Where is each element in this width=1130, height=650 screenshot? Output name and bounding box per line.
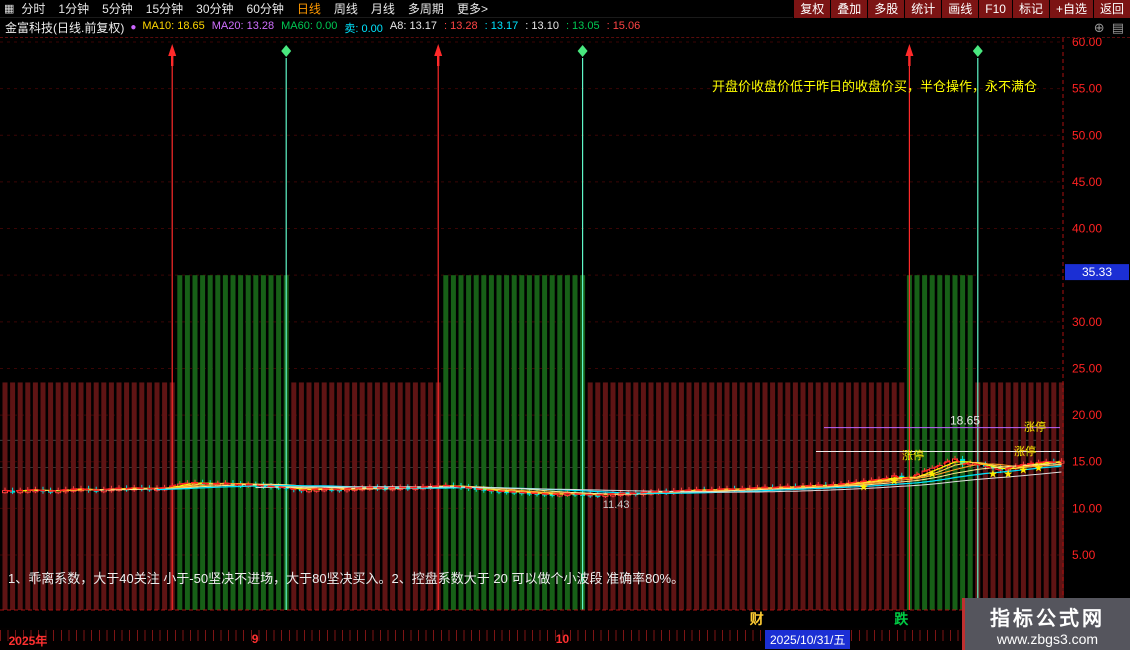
indicator-value: : 13.17 xyxy=(485,20,519,36)
chart-titlebar: 金富科技(日线.前复权) ● MA10: 18.65 MA20: 13.28 MA6… xyxy=(0,18,1130,38)
price-tick-label: 55.00 xyxy=(1072,82,1102,96)
watermark-title: 指标公式网 xyxy=(990,602,1105,631)
time-axis-ticks xyxy=(0,630,1063,641)
action-button-复权[interactable]: 复权 xyxy=(793,0,830,18)
action-button-多股[interactable]: 多股 xyxy=(867,0,904,18)
svg-text:18.65: 18.65 xyxy=(950,414,980,428)
price-tick-label: 25.00 xyxy=(1072,361,1102,375)
x-axis-label: 10 xyxy=(556,632,569,646)
star-icon: ★ xyxy=(1018,465,1028,477)
period-tab-30分钟[interactable]: 30分钟 xyxy=(196,0,233,17)
indicator-value: MA20: 13.28 xyxy=(212,20,274,36)
star-icon: ★ xyxy=(988,468,998,480)
current-date-label: 2025/10/31/五 xyxy=(765,630,850,649)
time-axis[interactable]: 2025年 9 10 2025/10/31/五 xyxy=(0,628,1130,650)
period-tab-5分钟[interactable]: 5分钟 xyxy=(102,0,133,17)
indicator-value: MA60: 0.00 xyxy=(281,20,337,36)
price-tick-label: 10.00 xyxy=(1072,501,1102,515)
low-price-label: 11.43 xyxy=(603,499,630,511)
bottom-marker-label: 跌 xyxy=(894,611,909,627)
crosshair-icon[interactable]: ⊕ xyxy=(1094,20,1105,36)
titlebar-icons: ⊕ ▤ xyxy=(1094,20,1124,36)
star-icon: ★ xyxy=(927,468,937,480)
bottom-marker-label: 财 xyxy=(749,611,764,627)
price-tick-label: 50.00 xyxy=(1072,128,1102,142)
price-tick-label: 30.00 xyxy=(1072,315,1102,329)
price-tick-label: 20.00 xyxy=(1072,408,1102,422)
period-tab-15分钟[interactable]: 15分钟 xyxy=(146,0,183,17)
price-chart[interactable]: 18.65★★★★★★★涨停涨停涨停11.43财跌60.0055.0050.00… xyxy=(0,38,1130,628)
period-tabs: 分时 1分钟 5分钟 15分钟 30分钟 60分钟日线周线月线多周期更多> xyxy=(21,0,488,17)
indicator-value: : 13.05 xyxy=(566,20,600,36)
period-tab-多周期[interactable]: 多周期 xyxy=(408,0,444,17)
site-watermark: 指标公式网 www.zbgs3.com xyxy=(962,598,1130,650)
main-chart-area: 18.65★★★★★★★涨停涨停涨停11.43财跌60.0055.0050.00… xyxy=(0,38,1130,628)
menu-grid-icon[interactable]: ▤ xyxy=(1112,20,1124,36)
period-tab-1分钟[interactable]: 1分钟 xyxy=(58,0,89,17)
window-icon[interactable]: ▦ xyxy=(4,2,14,15)
sell-diamond-icon xyxy=(973,45,983,57)
period-tab-周线[interactable]: 周线 xyxy=(334,0,358,17)
indicator-value: A8: 13.17 xyxy=(390,20,437,36)
toolbar-actions: 复权叠加多股统计画线F10标记+自选返回 xyxy=(793,0,1130,18)
svg-text:35.33: 35.33 xyxy=(1082,265,1112,279)
price-tick-label: 15.00 xyxy=(1072,455,1102,469)
indicator-value: : 13.10 xyxy=(525,20,559,36)
indicator-value: : 15.06 xyxy=(607,20,641,36)
action-button-+自选[interactable]: +自选 xyxy=(1049,0,1093,18)
action-button-标记[interactable]: 标记 xyxy=(1012,0,1049,18)
indicator-values: MA10: 18.65 MA20: 13.28 MA60: 0.00 卖: 0.00 A… xyxy=(142,20,640,36)
sell-diamond-icon xyxy=(281,45,291,57)
price-tick-label: 45.00 xyxy=(1072,175,1102,189)
star-icon: ★ xyxy=(1034,463,1044,475)
period-tab-日线[interactable]: 日线 xyxy=(297,0,321,17)
formula-note: 1、乖离系数，大于40关注 小于-50坚决不进场，大于80坚决买入。2、控盘系数… xyxy=(8,568,684,587)
price-tick-label: 40.00 xyxy=(1072,222,1102,236)
signal-histogram xyxy=(3,275,1064,610)
action-button-叠加[interactable]: 叠加 xyxy=(830,0,867,18)
period-tab-月线[interactable]: 月线 xyxy=(371,0,395,17)
sell-diamond-icon xyxy=(578,45,588,57)
action-button-画线[interactable]: 画线 xyxy=(941,0,978,18)
star-icon: ★ xyxy=(1003,468,1013,480)
indicator-value: 卖: 0.00 xyxy=(344,20,383,36)
action-button-F10[interactable]: F10 xyxy=(978,0,1012,18)
action-button-统计[interactable]: 统计 xyxy=(904,0,941,18)
strategy-annotation: 开盘价收盘价低于昨日的收盘价买，半仓操作，永不满仓 xyxy=(712,76,1037,95)
price-tick-label: 5.00 xyxy=(1072,548,1096,562)
limit-up-label: 涨停 xyxy=(1014,444,1036,458)
indicator-dot-icon: ● xyxy=(130,22,136,33)
indicator-value: MA10: 18.65 xyxy=(142,20,204,36)
x-axis-label: 2025年 xyxy=(9,632,48,649)
stock-title: 金富科技(日线.前复权) xyxy=(5,19,124,36)
star-icon: ★ xyxy=(859,481,869,493)
x-axis-label: 9 xyxy=(252,632,259,646)
limit-up-label: 涨停 xyxy=(1024,419,1046,433)
indicator-value: : 13.28 xyxy=(444,20,478,36)
top-menubar: ▦ 分时 1分钟 5分钟 15分钟 30分钟 60分钟日线周线月线多周期更多> 复权叠加多… xyxy=(0,0,1130,18)
watermark-url: www.zbgs3.com xyxy=(997,631,1098,647)
price-tick-label: 60.00 xyxy=(1072,38,1102,49)
limit-up-label: 涨停 xyxy=(902,448,924,462)
star-icon: ★ xyxy=(889,476,899,488)
action-button-返回[interactable]: 返回 xyxy=(1093,0,1130,18)
period-tab-分时[interactable]: 分时 xyxy=(21,0,45,17)
period-tab-更多>[interactable]: 更多> xyxy=(457,0,488,17)
period-tab-60分钟[interactable]: 60分钟 xyxy=(247,0,284,17)
